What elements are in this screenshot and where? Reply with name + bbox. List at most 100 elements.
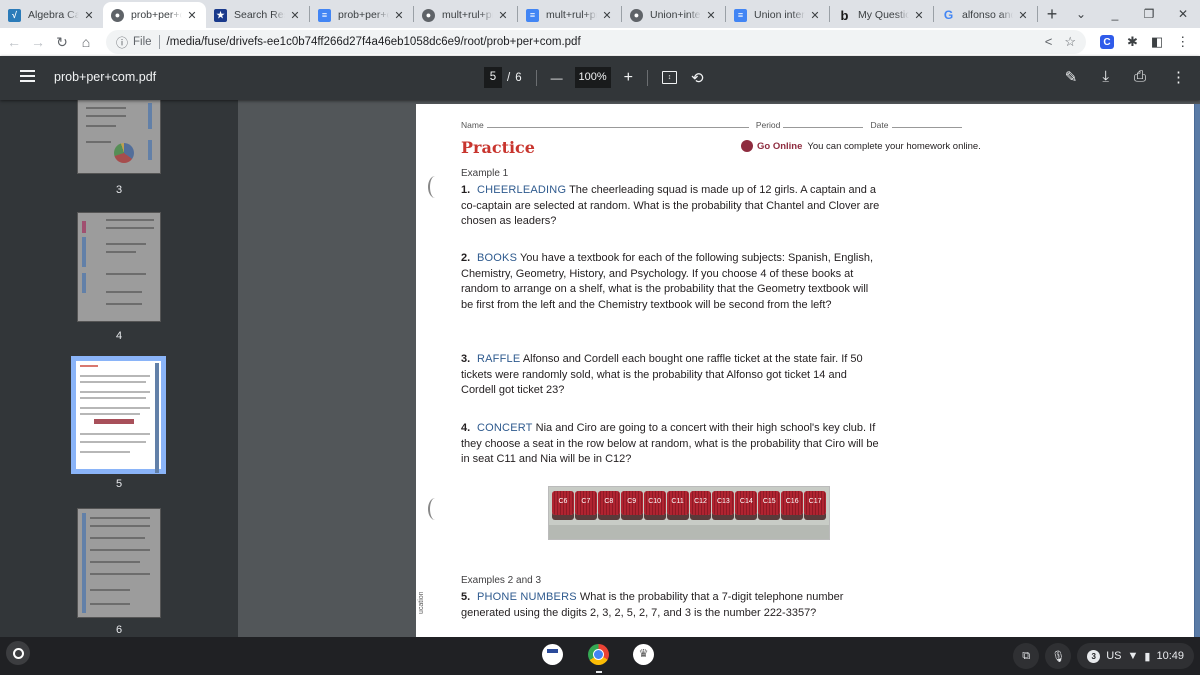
status-area[interactable]: 3 US ▼ ▮ 10:49 [1077, 643, 1194, 669]
pdf-page: Name Period Date Practice Go Online You … [416, 104, 1200, 637]
zoom-out-button[interactable]: — [551, 71, 563, 85]
question-number: 5. [461, 591, 471, 603]
question-keyword: BOOKS [477, 252, 518, 264]
tab-title: mult+rul+prob [442, 9, 493, 21]
pearson-app-icon[interactable] [542, 644, 563, 665]
tab[interactable]: ● mult+rul+prob ✕ [414, 2, 517, 28]
close-tab-icon[interactable]: ✕ [601, 9, 613, 22]
pie-chart-thumbnail [114, 143, 134, 163]
thumbnail-page-label: 3 [115, 184, 123, 196]
extensions-puzzle-icon[interactable]: ✱ [1127, 34, 1138, 50]
tab[interactable]: √ Algebra Calc ✕ [0, 2, 103, 28]
tab[interactable]: ≡ mult+rul+prob ✕ [518, 2, 621, 28]
restore-icon[interactable]: ❐ [1132, 7, 1166, 21]
tab[interactable]: Galfonso and ✕ [934, 2, 1037, 28]
page-thumbnail[interactable] [77, 212, 161, 322]
extension-c-icon[interactable]: C [1100, 35, 1114, 49]
microphone-icon[interactable]: 🎙︎ [1045, 643, 1072, 669]
wifi-icon: ▼ [1127, 650, 1139, 662]
date-label: Date [870, 120, 889, 130]
margin-bracket [428, 498, 442, 520]
seat-c9: C9 [620, 491, 643, 515]
algebra-calc-icon: √ [8, 8, 21, 22]
print-icon[interactable]: ⎙ [1134, 68, 1146, 86]
url-text[interactable]: /media/fuse/drivefs-ee1c0b74ff266d27f4a4… [167, 36, 581, 48]
address-bar[interactable]: ⓘ File /media/fuse/drivefs-ee1c0b74ff266… [106, 30, 1086, 54]
tab[interactable]: ● Union+inters ✕ [622, 2, 725, 28]
home-icon[interactable]: ⌂ [76, 34, 96, 50]
side-panel-icon[interactable]: ◧ [1151, 34, 1163, 50]
zoom-in-button[interactable]: + [624, 69, 633, 87]
margin-text: ucation [418, 591, 425, 614]
info-icon[interactable]: ⓘ [116, 34, 128, 51]
question-3: 3. RAFFLE Alfonso and Cordell each bought… [461, 352, 881, 399]
kebab-menu-icon[interactable]: ⋮ [1176, 34, 1189, 50]
share-icon[interactable]: < [1045, 34, 1053, 50]
zoom-level-input[interactable]: 100% [574, 67, 611, 88]
name-field: Name Period Date [461, 118, 962, 134]
chrome-app-icon[interactable] [588, 644, 609, 665]
tab[interactable]: ≡ prob+per+com ✕ [310, 2, 413, 28]
close-tab-icon[interactable]: ✕ [393, 9, 405, 22]
thumbnail-page-label: 5 [115, 478, 123, 490]
minimize-icon[interactable]: _ [1098, 7, 1132, 21]
tab[interactable]: ≡ Union inters ✕ [726, 2, 829, 28]
question-number: 1. [461, 184, 471, 196]
bookmark-star-icon[interactable]: ☆ [1064, 34, 1076, 50]
page-number-input[interactable]: 5 [484, 67, 502, 88]
tab-title: Algebra Calc [28, 9, 79, 21]
back-icon[interactable]: ← [4, 34, 24, 50]
close-window-icon[interactable]: ✕ [1166, 7, 1200, 21]
question-1: 1. CHEERLEADING The cheerleading squad is… [461, 183, 881, 230]
go-online-label: Go Online [757, 140, 803, 152]
section-label: Example 1 [461, 168, 509, 179]
page-margin-bar [1194, 104, 1200, 637]
page-thumbnail[interactable] [77, 508, 161, 618]
close-tab-icon[interactable]: ✕ [497, 9, 509, 22]
close-tab-icon[interactable]: ✕ [809, 9, 821, 22]
question-number: 3. [461, 353, 471, 365]
close-tab-icon[interactable]: ✕ [913, 9, 925, 22]
tab-search-chevron-icon[interactable]: ⌄ [1064, 7, 1098, 21]
tab-active[interactable]: ● prob+per+com ✕ [103, 2, 206, 28]
fit-to-page-icon[interactable]: ↕ [661, 71, 677, 84]
pdf-viewport[interactable]: Name Period Date Practice Go Online You … [238, 100, 1200, 637]
tab-strip: √ Algebra Calc ✕ ● prob+per+com ✕ ★ Search Re… [0, 0, 1200, 28]
tab-title: Union inters [754, 9, 805, 21]
reload-icon[interactable]: ↻ [52, 34, 72, 51]
forward-icon[interactable]: → [28, 34, 48, 50]
scheme-label: File [133, 36, 152, 48]
rotate-icon[interactable]: ⟲ [691, 69, 704, 87]
google-icon: G [943, 8, 954, 22]
question-number: 4. [461, 422, 471, 434]
annotate-pen-icon[interactable]: ✎ [1065, 68, 1078, 86]
go-online-note: Go Online You can complete your homework… [741, 140, 981, 152]
thumbnail-page-label: 6 [115, 624, 123, 636]
seat-floor [549, 525, 829, 539]
seat-c6: C6 [552, 491, 574, 515]
screen-capture-icon[interactable]: ⧉ [1013, 643, 1040, 669]
total-pages: 6 [515, 71, 522, 84]
download-icon[interactable]: ⤓ [1102, 68, 1109, 86]
page-thumbnail-selected[interactable] [71, 356, 166, 474]
notification-count-badge: 3 [1087, 649, 1101, 663]
close-tab-icon[interactable]: ✕ [83, 9, 95, 22]
pdf-file-name: prob+per+com.pdf [54, 70, 157, 84]
tab-title: Search Results [234, 9, 285, 21]
tab[interactable]: ★ Search Results ✕ [206, 2, 309, 28]
browser-toolbar: ← → ↻ ⌂ ⓘ File /media/fuse/drivefs-ee1c0… [0, 28, 1200, 56]
app-icon[interactable]: ♛ [633, 644, 654, 665]
close-tab-icon[interactable]: ✕ [186, 9, 198, 22]
page-thumbnail[interactable] [77, 100, 161, 174]
close-tab-icon[interactable]: ✕ [705, 9, 717, 22]
tab[interactable]: b My Question ✕ [830, 2, 933, 28]
more-options-icon[interactable]: ⋮ [1171, 68, 1186, 86]
margin-bracket [428, 176, 442, 198]
new-tab-button[interactable]: + [1038, 4, 1066, 25]
seat-c17: C17 [804, 491, 827, 515]
thumbnail-sidebar[interactable]: 3 4 5 6 [0, 100, 238, 637]
close-tab-icon[interactable]: ✕ [1017, 9, 1029, 22]
launcher-button[interactable] [6, 641, 30, 665]
close-tab-icon[interactable]: ✕ [289, 9, 301, 22]
sidebar-menu-icon[interactable] [20, 70, 35, 82]
